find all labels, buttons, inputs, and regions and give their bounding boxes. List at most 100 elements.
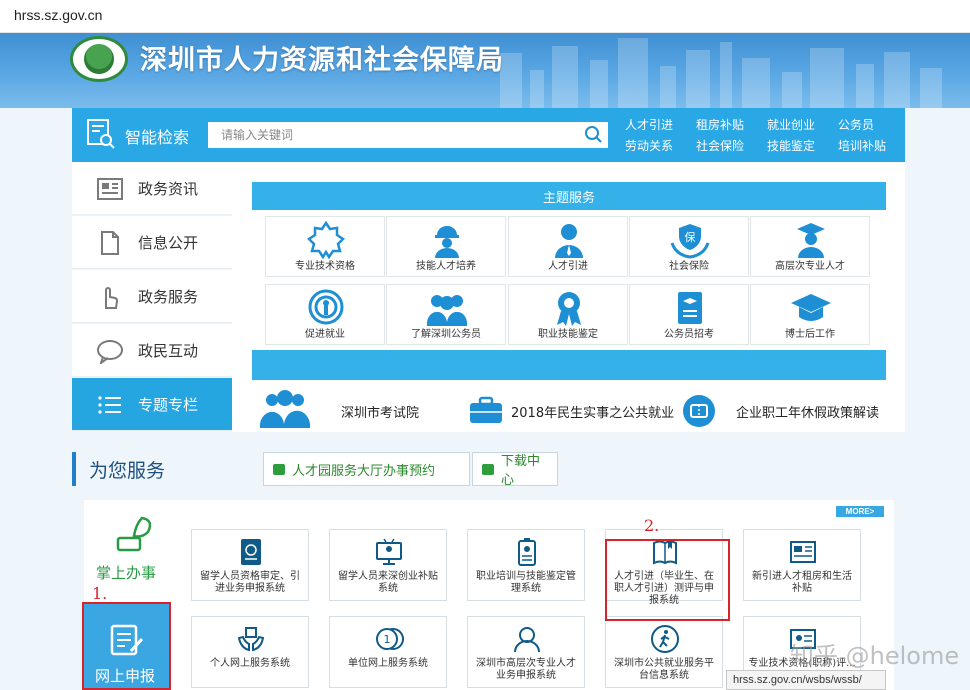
nav-item-info[interactable]: 信息公开 xyxy=(72,216,232,269)
address-bar[interactable]: hrss.sz.gov.cn xyxy=(0,0,970,33)
list-icon xyxy=(98,396,121,414)
theme-tile[interactable]: 保 社会保险 xyxy=(629,216,749,277)
quick-link[interactable]: 租房补贴 xyxy=(696,116,753,133)
status-bar-url: hrss.sz.gov.cn/wsbs/wssb/ xyxy=(726,670,886,690)
newspaper-icon xyxy=(790,541,816,563)
id-card-icon xyxy=(518,538,536,566)
quick-link[interactable]: 劳动关系 xyxy=(625,137,682,154)
quick-link[interactable]: 社会保险 xyxy=(696,137,753,154)
service-card-label: 深圳市公共就业服务平台信息系统 xyxy=(614,658,714,681)
service-card-label: 留学人员资格审定、引进业务申报系统 xyxy=(200,571,300,594)
annotation-number-1: 1. xyxy=(92,584,108,603)
more-button[interactable]: MORE> xyxy=(836,506,884,517)
theme-tile-label: 了解深圳公务员 xyxy=(411,329,481,340)
nav-item-label: 政务资讯 xyxy=(138,180,199,198)
briefcase-icon xyxy=(470,396,502,423)
nav-item-interaction[interactable]: 政民互动 xyxy=(72,324,232,377)
search-input[interactable] xyxy=(208,122,608,148)
theme-tile-label: 社会保险 xyxy=(669,261,709,272)
service-card-label: 单位网上服务系统 xyxy=(348,658,428,669)
badge-icon xyxy=(307,221,345,259)
service-card-label: 新引进人才租房和生活补贴 xyxy=(752,571,852,594)
for-you-title: 为您服务 xyxy=(89,460,166,482)
person-icon xyxy=(555,224,583,258)
theme-tile[interactable]: 促进就业 xyxy=(265,284,385,345)
group-icon xyxy=(259,390,311,428)
hand-pointer-icon xyxy=(105,287,118,309)
theme-services-footer-bar xyxy=(252,350,886,380)
theme-tile[interactable]: 高层次专业人才 xyxy=(750,216,870,277)
nav-item-label: 政务服务 xyxy=(138,288,199,306)
theme-tile[interactable]: 职业技能鉴定 xyxy=(508,284,628,345)
search-band: 智能检索 人才引进 租房补贴 就业创业 公务员 劳动关系 社会保险 技能鉴定 培… xyxy=(72,108,905,162)
exam-icon xyxy=(678,292,702,324)
quick-link[interactable]: 就业创业 xyxy=(767,116,824,133)
theme-tile[interactable]: 技能人才培养 xyxy=(386,216,506,277)
monitor-icon xyxy=(376,538,402,565)
annotation-box-1 xyxy=(82,602,171,690)
nav-item-label: 专题专栏 xyxy=(138,396,199,414)
theme-tile[interactable]: 公务员招考 xyxy=(629,284,749,345)
download-center-label: 下载中心 xyxy=(501,454,541,488)
worker-icon xyxy=(435,226,459,258)
feature-link-public-employment[interactable]: 2018年民生实事之公共就业 xyxy=(511,402,674,421)
nav-item-services[interactable]: 政务服务 xyxy=(72,270,232,323)
chat-icon xyxy=(273,464,285,475)
appointment-button[interactable]: 人才园服务大厅办事预约 xyxy=(263,452,470,486)
download-center-button[interactable]: 下载中心 xyxy=(472,452,558,488)
service-card-label: 职业培训与技能鉴定管理系统 xyxy=(476,571,576,594)
theme-tile[interactable]: 人才引进 xyxy=(508,216,628,277)
insurance-icon: 保 xyxy=(670,224,710,259)
service-card[interactable]: 深圳市高层次专业人才业务申报系统 xyxy=(467,616,585,688)
theme-tile-label: 专业技术资格 xyxy=(295,261,355,272)
service-card[interactable]: 留学人员资格审定、引进业务申报系统 xyxy=(191,529,309,601)
address-bar-url: hrss.sz.gov.cn xyxy=(14,7,103,23)
service-card[interactable]: 1 单位网上服务系统 xyxy=(329,616,447,688)
profile-icon xyxy=(514,627,540,653)
theme-tile-label: 职业技能鉴定 xyxy=(538,329,598,340)
feature-link-annual-leave[interactable]: 企业职工年休假政策解读 xyxy=(736,402,879,421)
quick-link[interactable]: 培训补贴 xyxy=(838,137,895,154)
passport-icon xyxy=(241,539,261,565)
theme-tile-label: 技能人才培养 xyxy=(416,261,476,272)
service-card[interactable]: 个人网上服务系统 xyxy=(191,616,309,688)
search-document-icon xyxy=(87,119,115,149)
feature-link-exam-institute[interactable]: 深圳市考试院 xyxy=(341,402,419,421)
svg-text:1: 1 xyxy=(384,633,391,646)
theme-tile[interactable]: 了解深圳公务员 xyxy=(386,284,506,345)
quick-link[interactable]: 人才引进 xyxy=(625,116,682,133)
theme-tile-label: 促进就业 xyxy=(305,329,345,340)
theme-tile-label: 人才引进 xyxy=(548,261,588,272)
medal-icon xyxy=(557,292,581,326)
search-icon[interactable] xyxy=(584,125,604,145)
quick-link[interactable]: 公务员 xyxy=(838,116,895,133)
nav-item-label: 信息公开 xyxy=(138,234,199,252)
coins-icon: 1 xyxy=(376,628,404,650)
site-title: 深圳市人力资源和社会保障局 xyxy=(140,45,504,76)
theme-tile-label: 高层次专业人才 xyxy=(775,261,845,272)
theme-tile[interactable]: 博士后工作 xyxy=(750,284,870,345)
mobile-service-tab[interactable]: 掌上办事 xyxy=(96,562,156,583)
theme-tile[interactable]: 专业技术资格 xyxy=(265,216,385,277)
service-card[interactable]: 职业培训与技能鉴定管理系统 xyxy=(467,529,585,601)
service-card-label: 深圳市高层次专业人才业务申报系统 xyxy=(476,658,576,681)
search-label: 智能检索 xyxy=(125,128,190,147)
watermark: 知乎 @helome xyxy=(790,642,960,670)
service-card[interactable]: 新引进人才租房和生活补贴 xyxy=(743,529,861,601)
service-card[interactable]: 深圳市公共就业服务平台信息系统 xyxy=(605,616,723,688)
svg-text:保: 保 xyxy=(685,230,696,244)
annotation-box-2 xyxy=(605,539,730,621)
nav-item-news[interactable]: 政务资讯 xyxy=(72,162,232,215)
theme-services-title: 主题服务 xyxy=(252,182,886,210)
bureau-logo[interactable] xyxy=(70,36,128,82)
nav-item-special[interactable]: 专题专栏 xyxy=(72,378,232,431)
service-card[interactable]: 留学人员来深创业补贴系统 xyxy=(329,529,447,601)
service-card-label: 个人网上服务系统 xyxy=(210,658,290,669)
tree-emblem-icon xyxy=(84,44,114,74)
quill-icon xyxy=(116,516,152,552)
quick-link[interactable]: 技能鉴定 xyxy=(767,137,824,154)
section-accent-bar xyxy=(72,452,76,486)
quick-links: 人才引进 租房补贴 就业创业 公务员 劳动关系 社会保险 技能鉴定 培训补贴 xyxy=(625,116,895,154)
theme-tile-label: 博士后工作 xyxy=(785,329,835,340)
walking-icon xyxy=(651,625,679,653)
